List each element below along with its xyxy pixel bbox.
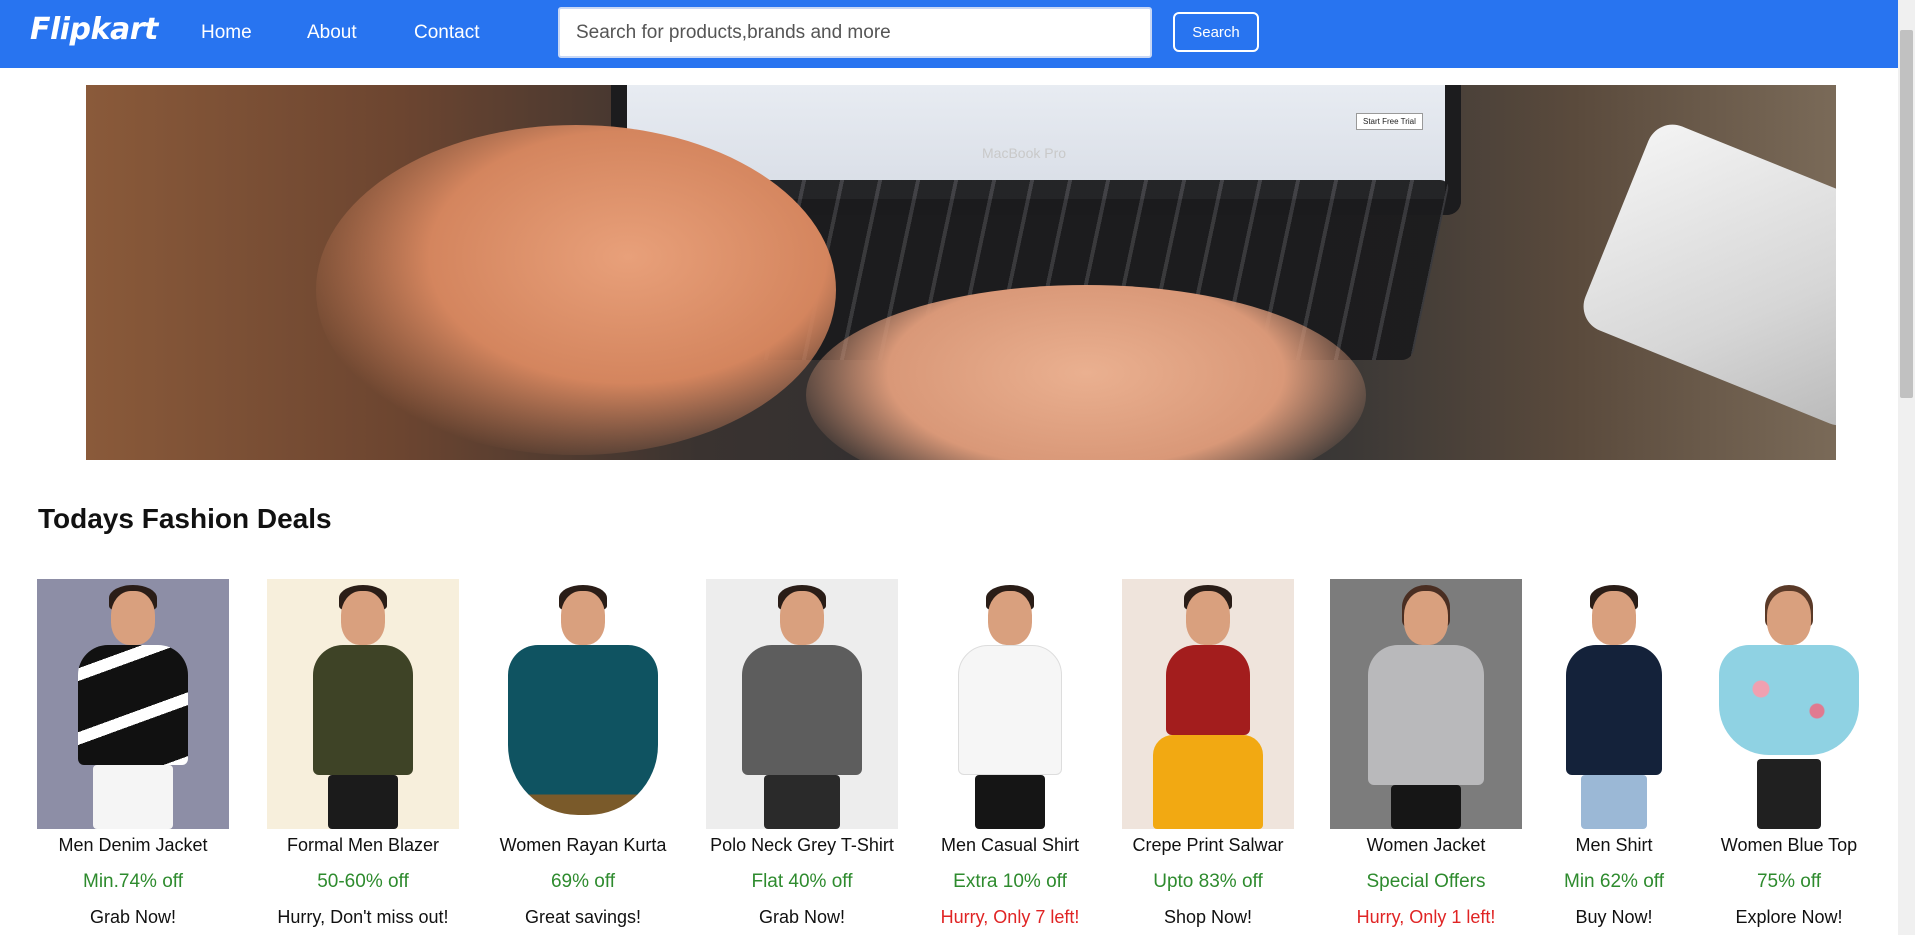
laptop-label: MacBook Pro <box>982 145 1067 161</box>
product-deal: Special Offers <box>1366 871 1486 892</box>
model-head <box>1186 591 1230 645</box>
product-image[interactable] <box>267 579 459 829</box>
nav-link-contact[interactable]: Contact <box>414 22 479 44</box>
salwar-top <box>1166 645 1250 735</box>
top-navbar: Flipkart Home About Contact Search <box>0 0 1898 68</box>
model-head <box>111 591 155 645</box>
navy-shirt <box>1566 645 1662 775</box>
nav-link-home[interactable]: Home <box>201 22 252 44</box>
product-card[interactable]: Men Denim Jacket Min.74% off Grab Now! <box>37 579 229 927</box>
pants <box>328 775 398 829</box>
white-shirt <box>958 645 1062 775</box>
product-deal: Min.74% off <box>83 871 183 892</box>
product-name: Women Blue Top <box>1720 835 1858 855</box>
product-cta[interactable]: Shop Now! <box>1092 907 1324 928</box>
hero-banner-image: Start Free Trial MacBook Pro <box>86 85 1836 460</box>
jeans <box>1581 775 1647 829</box>
product-name: Women Jacket <box>1366 835 1486 855</box>
model-head <box>988 591 1032 645</box>
product-card[interactable]: Men Casual Shirt Extra 10% off Hurry, On… <box>920 579 1100 927</box>
brand-logo[interactable]: Flipkart <box>30 12 158 47</box>
start-trial-chip: Start Free Trial <box>1356 113 1423 130</box>
product-name: Women Rayan Kurta <box>499 835 667 855</box>
model-head <box>341 591 385 645</box>
product-cta[interactable]: Grab Now! <box>7 907 259 928</box>
kurta-dress <box>508 645 658 815</box>
product-image[interactable] <box>1330 579 1522 829</box>
search-input[interactable] <box>558 7 1152 58</box>
product-card[interactable]: Formal Men Blazer 50-60% off Hurry, Don'… <box>267 579 459 927</box>
product-cta[interactable]: Explore Now! <box>1676 907 1902 928</box>
grey-jacket <box>1368 645 1484 785</box>
product-cta[interactable]: Great savings! <box>460 907 706 928</box>
product-image[interactable] <box>37 579 229 829</box>
model-head <box>561 591 605 645</box>
product-deal: Upto 83% off <box>1153 871 1263 892</box>
model-head <box>1404 591 1448 645</box>
salwar-bottom <box>1153 735 1263 829</box>
product-image[interactable] <box>1122 579 1294 829</box>
product-image[interactable] <box>490 579 676 829</box>
pants <box>764 775 840 829</box>
model-head <box>780 591 824 645</box>
product-card[interactable]: Women Rayan Kurta 69% off Great savings! <box>490 579 676 927</box>
product-deal: 75% off <box>1756 871 1822 892</box>
product-name: Crepe Print Salwar <box>1132 835 1284 855</box>
product-deal: 69% off <box>550 871 616 892</box>
product-name: Formal Men Blazer <box>286 835 440 855</box>
smartphone <box>1575 116 1836 434</box>
product-deal: 50-60% off <box>317 871 409 892</box>
product-card[interactable]: Women Jacket Special Offers Hurry, Only … <box>1330 579 1522 927</box>
search-button[interactable]: Search <box>1173 12 1259 52</box>
hoodie <box>78 645 188 765</box>
polo-tshirt <box>742 645 862 775</box>
product-card[interactable]: Women Blue Top 75% off Explore Now! <box>1706 579 1872 927</box>
floral-top <box>1719 645 1859 755</box>
left-hand <box>316 125 836 455</box>
product-cta[interactable]: Hurry, Don't miss out! <box>237 907 489 928</box>
pants <box>93 765 173 829</box>
product-image[interactable] <box>1706 579 1872 829</box>
product-card[interactable]: Men Shirt Min 62% off Buy Now! <box>1552 579 1676 927</box>
model-head <box>1767 591 1811 645</box>
model-head <box>1592 591 1636 645</box>
section-title: Todays Fashion Deals <box>38 503 332 534</box>
product-name: Men Denim Jacket <box>58 835 208 855</box>
product-image[interactable] <box>920 579 1100 829</box>
product-image[interactable] <box>706 579 898 829</box>
nav-link-about[interactable]: About <box>307 22 357 44</box>
product-image[interactable] <box>1552 579 1676 829</box>
pants <box>1757 759 1821 829</box>
product-card[interactable]: Polo Neck Grey T-Shirt Flat 40% off Grab… <box>706 579 898 927</box>
scrollbar-thumb[interactable] <box>1900 30 1913 398</box>
product-cta[interactable]: Hurry, Only 1 left! <box>1300 907 1552 928</box>
product-card[interactable]: Crepe Print Salwar Upto 83% off Shop Now… <box>1122 579 1294 927</box>
pants <box>975 775 1045 829</box>
blazer <box>313 645 413 775</box>
pants <box>1391 785 1461 829</box>
